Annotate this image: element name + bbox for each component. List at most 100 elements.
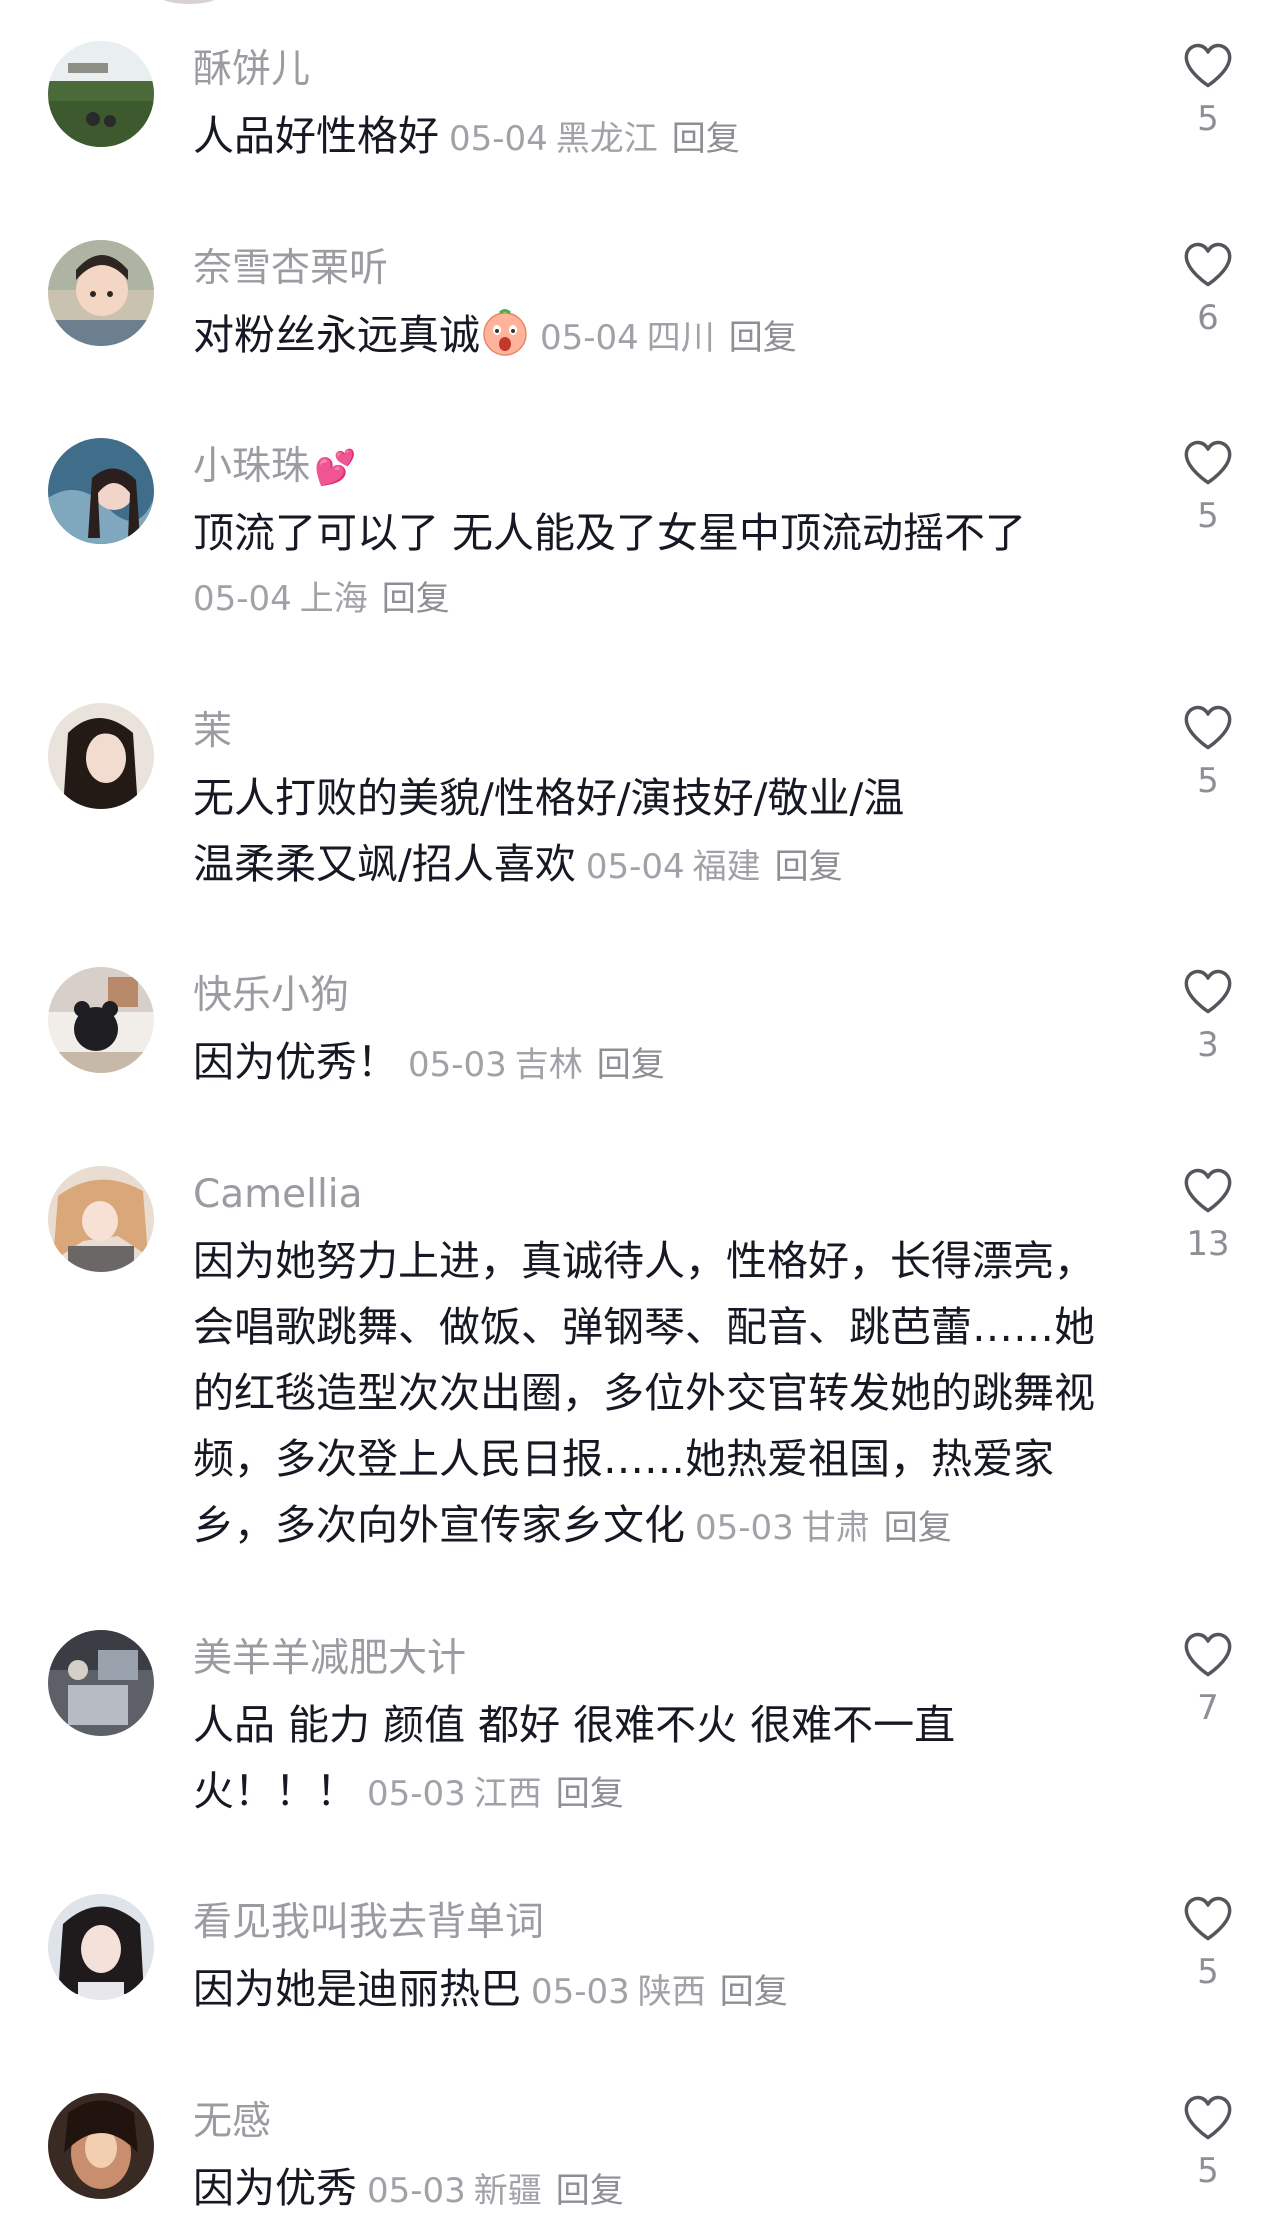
- like-count: 7: [1197, 1688, 1219, 1728]
- reply-button[interactable]: 回复: [556, 2171, 624, 2211]
- comment-text-line: 因为优秀 05-03 新疆 回复: [193, 2155, 1133, 2224]
- comment-text: 因为她努力上进，真诚待人，性格好，长得漂亮，会唱歌跳舞、做饭、弹钢琴、配音、跳芭…: [193, 1237, 1095, 1549]
- like-button[interactable]: 13: [1173, 1166, 1243, 1264]
- two-hearts-emoji: 💕: [314, 448, 357, 488]
- like-button[interactable]: 3: [1173, 967, 1243, 1065]
- heart-outline-icon: [1184, 2095, 1232, 2140]
- avatar[interactable]: [48, 2093, 154, 2199]
- comment-text: 人品好性格好: [193, 112, 439, 160]
- heart-outline-icon: [1184, 1168, 1232, 1213]
- username[interactable]: 无感: [193, 2089, 1133, 2155]
- avatar[interactable]: [48, 1166, 154, 1272]
- avatar[interactable]: [48, 967, 154, 1073]
- avatar[interactable]: [48, 1894, 154, 2000]
- comment-date: 05-03: [531, 1972, 630, 2012]
- comment-text: 因为她是迪丽热巴: [193, 1965, 521, 2013]
- comment-text-line: 因为她努力上进，真诚待人，性格好，长得漂亮，会唱歌跳舞、做饭、弹钢琴、配音、跳芭…: [193, 1228, 1123, 1561]
- reply-button[interactable]: 回复: [382, 579, 450, 619]
- comment-date: 05-04: [193, 579, 292, 619]
- comment-location: 陕西: [637, 1972, 706, 2012]
- comment-text: 因为优秀: [193, 2164, 357, 2212]
- heart-outline-icon: [1184, 969, 1232, 1014]
- comment-location: 新疆: [473, 2171, 542, 2211]
- like-count: 5: [1197, 496, 1219, 536]
- reply-button[interactable]: 回复: [597, 1045, 665, 1085]
- like-count: 5: [1197, 1952, 1219, 1992]
- comment-meta: 05-04 黑龙江 回复: [439, 119, 740, 159]
- comment-body: 美羊羊减肥大计 人品 能力 颜值 都好 很难不火 很难不一直火！！！ 05-03 江…: [193, 1626, 1133, 1827]
- comment-text: 顶流了可以了 无人能及了女星中顶流动摇不了: [193, 509, 1027, 557]
- comment-body: 快乐小狗 因为优秀！ 05-03 吉林 回复: [193, 963, 1133, 1098]
- comment-location: 四川: [646, 318, 715, 358]
- comment-text-line: 无人打败的美貌/性格好/演技好/敬业/温温柔柔又飒/招人喜欢 05-04 福建 回复: [193, 765, 913, 900]
- avatar[interactable]: [48, 240, 154, 346]
- comment-location: 江西: [473, 1774, 542, 1814]
- heart-outline-icon: [1184, 1632, 1232, 1677]
- username[interactable]: 酥饼儿: [193, 37, 1133, 103]
- like-count: 6: [1197, 298, 1219, 338]
- username[interactable]: 奈雪杏栗听: [193, 236, 1133, 302]
- comment-meta: 05-04 上海 回复: [193, 566, 1133, 632]
- comment-text-line: 因为她是迪丽热巴 05-03 陕西 回复: [193, 1956, 1133, 2025]
- like-button[interactable]: 7: [1173, 1630, 1243, 1728]
- heart-outline-icon: [1184, 1896, 1232, 1941]
- comment-meta: 05-03 江西 回复: [357, 1774, 624, 1814]
- comment-location: 甘肃: [801, 1508, 870, 1548]
- like-button[interactable]: 5: [1173, 1894, 1243, 1992]
- comment-text-line: 顶流了可以了 无人能及了女星中顶流动摇不了: [193, 500, 1133, 566]
- like-count: 13: [1186, 1224, 1230, 1264]
- avatar[interactable]: [48, 41, 154, 147]
- comment-meta: 05-03 陕西 回复: [521, 1972, 788, 2012]
- comment-text-line: 人品好性格好 05-04 黑龙江 回复: [193, 103, 1133, 172]
- avatar[interactable]: [48, 703, 154, 809]
- heart-outline-icon: [1184, 705, 1232, 750]
- avatar[interactable]: [48, 1630, 154, 1736]
- comment-body: 无感 因为优秀 05-03 新疆 回复: [193, 2089, 1133, 2224]
- username[interactable]: 美羊羊减肥大计: [193, 1626, 1133, 1692]
- comment-text-line: 人品 能力 颜值 都好 很难不火 很难不一直火！！！ 05-03 江西 回复: [193, 1692, 993, 1827]
- comment-date: 05-03: [367, 1774, 466, 1814]
- comment-date: 05-03: [695, 1508, 794, 1548]
- comment-meta: 05-03 甘肃 回复: [685, 1508, 952, 1548]
- comment-body: 茉 无人打败的美貌/性格好/演技好/敬业/温温柔柔又飒/招人喜欢 05-04 福建回…: [193, 699, 1133, 900]
- username[interactable]: Camellia: [193, 1162, 1133, 1228]
- like-button[interactable]: 5: [1173, 438, 1243, 536]
- reply-button[interactable]: 回复: [729, 318, 797, 358]
- comment-meta: 05-04 福建 回复: [576, 847, 843, 887]
- like-count: 5: [1197, 99, 1219, 139]
- reply-button[interactable]: 回复: [720, 1972, 788, 2012]
- reply-button[interactable]: 回复: [672, 119, 740, 159]
- username[interactable]: 茉: [193, 699, 1133, 765]
- username[interactable]: 快乐小狗: [193, 963, 1133, 1029]
- like-button[interactable]: 5: [1173, 41, 1243, 139]
- screaming-face-emoji: [483, 309, 527, 356]
- reply-button[interactable]: 回复: [556, 1774, 624, 1814]
- comment-date: 05-03: [408, 1045, 507, 1085]
- username-row: 小珠珠 💕: [193, 434, 1133, 500]
- comment-body: Camellia 因为她努力上进，真诚待人，性格好，长得漂亮，会唱歌跳舞、做饭、…: [193, 1162, 1133, 1561]
- comment-location: 吉林: [514, 1045, 583, 1085]
- like-count: 5: [1197, 761, 1219, 801]
- comment-location: 上海: [299, 579, 368, 619]
- comment-location: 福建: [692, 847, 761, 887]
- reply-button[interactable]: 回复: [884, 1508, 952, 1548]
- comment-body: 酥饼儿 人品好性格好 05-04 黑龙江 回复: [193, 37, 1133, 172]
- like-button[interactable]: 5: [1173, 2093, 1243, 2191]
- comment-date: 05-03: [367, 2171, 466, 2211]
- heart-outline-icon: [1184, 242, 1232, 287]
- previous-avatar-fragment: [160, 0, 218, 4]
- comment-body: 小珠珠 💕 顶流了可以了 无人能及了女星中顶流动摇不了 05-04 上海 回复: [193, 434, 1133, 632]
- comment-text: 因为优秀！: [193, 1038, 398, 1086]
- like-count: 5: [1197, 2151, 1219, 2191]
- like-button[interactable]: 6: [1173, 240, 1243, 338]
- comment-body: 奈雪杏栗听 对粉丝永远真诚 05-04 四川 回复: [193, 236, 1133, 371]
- comment-meta: 05-04 四川 回复: [530, 318, 797, 358]
- comment-text-line: 因为优秀！ 05-03 吉林 回复: [193, 1029, 1133, 1098]
- username[interactable]: 小珠珠: [193, 444, 310, 489]
- like-button[interactable]: 5: [1173, 703, 1243, 801]
- comment-text-line: 对粉丝永远真诚 05-04 四川 回复: [193, 302, 1133, 371]
- username[interactable]: 看见我叫我去背单词: [193, 1890, 1133, 1956]
- avatar[interactable]: [48, 438, 154, 544]
- comment-meta: 05-03 新疆 回复: [357, 2171, 624, 2211]
- reply-button[interactable]: 回复: [775, 847, 843, 887]
